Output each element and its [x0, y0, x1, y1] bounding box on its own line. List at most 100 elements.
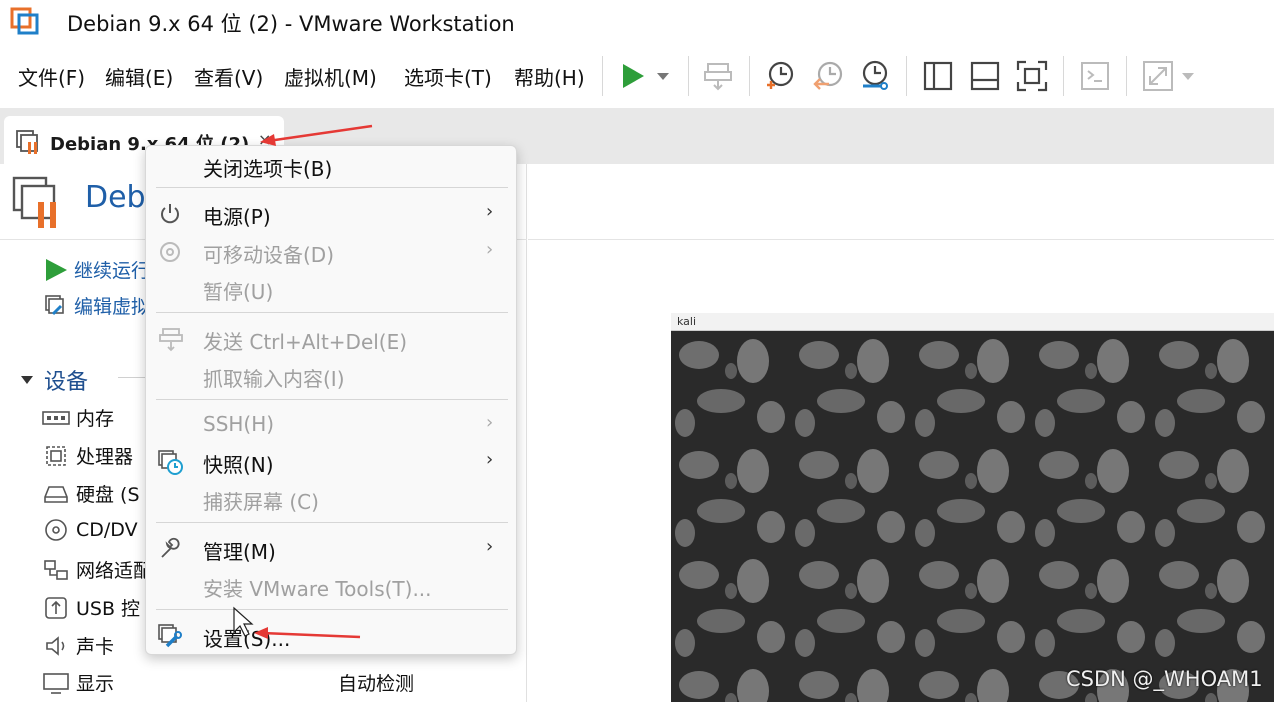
console-view-button[interactable]: [1077, 58, 1113, 94]
menu-grab-input[interactable]: 抓取输入内容(I): [146, 359, 516, 393]
power-dropdown-button[interactable]: [648, 58, 678, 94]
snapshot-take-icon: [767, 61, 794, 89]
thumbnail-view-icon: [970, 61, 1000, 91]
menu-pause[interactable]: 暂停(U): [146, 272, 516, 306]
settings-icon: [158, 624, 182, 648]
menu-snapshot[interactable]: 快照(N) ›: [146, 445, 516, 479]
device-processor[interactable]: 处理器: [42, 442, 133, 469]
device-display[interactable]: 显示: [42, 669, 114, 696]
unity-dropdown-button[interactable]: [1176, 58, 1200, 94]
network-icon: [44, 559, 68, 580]
edit-vm-settings-label: 编辑虚拟: [74, 296, 151, 318]
menu-vm[interactable]: 虚拟机(M): [284, 62, 377, 91]
resume-vm-link[interactable]: 继续运行: [44, 256, 150, 283]
take-snapshot-button[interactable]: [762, 58, 798, 94]
menu-item-label: 管理(M): [203, 540, 276, 564]
thumbnail-view-button[interactable]: [967, 58, 1003, 94]
menu-edit[interactable]: 编辑(E): [105, 62, 173, 91]
devices-section-toggle[interactable]: 设备: [20, 364, 88, 396]
watermark: CSDN @_WHOAM1: [1066, 667, 1263, 691]
menu-settings[interactable]: 设置(S)...: [146, 619, 516, 653]
console-icon: [1081, 62, 1109, 90]
memory-icon: [42, 410, 70, 425]
library-view-button[interactable]: [920, 58, 956, 94]
menu-separator: [156, 187, 508, 188]
menu-item-label: 设置(S)...: [203, 627, 291, 651]
removable-device-icon: [160, 242, 180, 262]
usb-icon: [45, 596, 67, 619]
dropdown-icon: [657, 73, 669, 80]
device-label: CD/DV: [76, 519, 138, 541]
wallpaper-pattern: [671, 331, 1274, 702]
menu-manage[interactable]: 管理(M) ›: [146, 532, 516, 566]
menu-separator: [156, 312, 508, 313]
device-memory[interactable]: 内存: [42, 404, 114, 431]
device-label: 显示: [76, 673, 115, 695]
toolbar-separator: [1063, 56, 1064, 96]
menu-separator: [156, 609, 508, 610]
menu-ssh[interactable]: SSH(H) ›: [146, 408, 516, 442]
divider: [528, 239, 1274, 240]
menu-view[interactable]: 查看(V): [194, 62, 263, 91]
send-keys-icon: [159, 328, 183, 352]
vm-screen-titlebar: kali: [671, 313, 1274, 331]
device-usb-controller[interactable]: USB 控: [42, 594, 140, 621]
menu-item-label: 快照(N): [203, 453, 274, 477]
toolbar-separator: [749, 56, 750, 96]
menu-file[interactable]: 文件(F): [18, 62, 85, 91]
device-label: 硬盘 (S: [76, 484, 140, 506]
snapshot-manager-icon: [862, 60, 888, 90]
snapshot-revert-icon: [813, 61, 843, 90]
menu-help[interactable]: 帮助(H): [514, 62, 585, 91]
menu-bar: 文件(F) 编辑(E) 查看(V) 虚拟机(M) 选项卡(T) 帮助(H): [0, 44, 1274, 106]
device-sound-card[interactable]: 声卡: [42, 632, 114, 659]
dropdown-icon: [1182, 73, 1194, 80]
hdd-icon: [44, 485, 68, 503]
menu-item-label: 电源(P): [203, 205, 271, 229]
cpu-icon: [46, 445, 66, 466]
resume-vm-label: 继续运行: [74, 260, 151, 282]
revert-snapshot-button[interactable]: [810, 58, 846, 94]
menu-removable-devices[interactable]: 可移动设备(D) ›: [146, 235, 516, 269]
display-value: 自动检测: [338, 673, 415, 695]
send-ctrl-alt-del-button[interactable]: [700, 58, 736, 94]
menu-tabs[interactable]: 选项卡(T): [404, 62, 492, 91]
vm-screen-title: kali: [677, 315, 697, 328]
title-bar: Debian 9.x 64 位 (2) - VMware Workstation: [0, 0, 1274, 42]
device-hard-disk[interactable]: 硬盘 (S: [42, 480, 140, 507]
submenu-arrow-icon: ›: [486, 536, 494, 557]
menu-item-label: 安装 VMware Tools(T)...: [203, 577, 432, 601]
device-network-adapter[interactable]: 网络适配: [42, 556, 152, 583]
menu-close-tab[interactable]: 关闭选项卡(B): [146, 149, 516, 183]
edit-vm-settings-link[interactable]: 编辑虚拟: [44, 292, 150, 319]
collapse-triangle-icon: [21, 376, 33, 384]
menu-item-label: 可移动设备(D): [203, 243, 335, 267]
toolbar-separator: [1126, 56, 1127, 96]
vm-paused-icon: [12, 176, 56, 228]
vm-tab-icon: [16, 130, 38, 154]
toolbar-separator: [688, 56, 689, 96]
menu-install-vmware-tools[interactable]: 安装 VMware Tools(T)...: [146, 569, 516, 603]
unity-icon: [1143, 61, 1173, 91]
submenu-arrow-icon: ›: [486, 412, 494, 433]
wrench-icon: [161, 537, 180, 558]
fullscreen-button[interactable]: [1014, 58, 1050, 94]
device-cd-dvd[interactable]: CD/DV: [42, 518, 138, 542]
snapshot-manager-button[interactable]: [857, 58, 893, 94]
vm-screen-preview[interactable]: kali: [671, 313, 1274, 702]
divider: [118, 377, 148, 378]
vm-name-heading: Debi: [85, 180, 154, 215]
unity-button[interactable]: [1140, 58, 1176, 94]
tab-context-menu: 关闭选项卡(B) 电源(P) › 可移动设备(D) › 暂停(U) 发送 Ctr…: [145, 145, 517, 655]
submenu-arrow-icon: ›: [486, 201, 494, 222]
toolbar-separator: [602, 56, 603, 96]
menu-power[interactable]: 电源(P) ›: [146, 197, 516, 231]
device-label: 声卡: [76, 636, 115, 658]
cdrom-icon: [45, 519, 67, 541]
menu-item-label: SSH(H): [203, 412, 275, 436]
menu-send-ctrl-alt-del[interactable]: 发送 Ctrl+Alt+Del(E): [146, 322, 516, 356]
menu-capture-screen[interactable]: 捕获屏幕 (C): [146, 482, 516, 516]
menu-item-label: 暂停(U): [203, 280, 274, 304]
play-button[interactable]: [614, 58, 650, 94]
play-icon: [46, 258, 67, 281]
